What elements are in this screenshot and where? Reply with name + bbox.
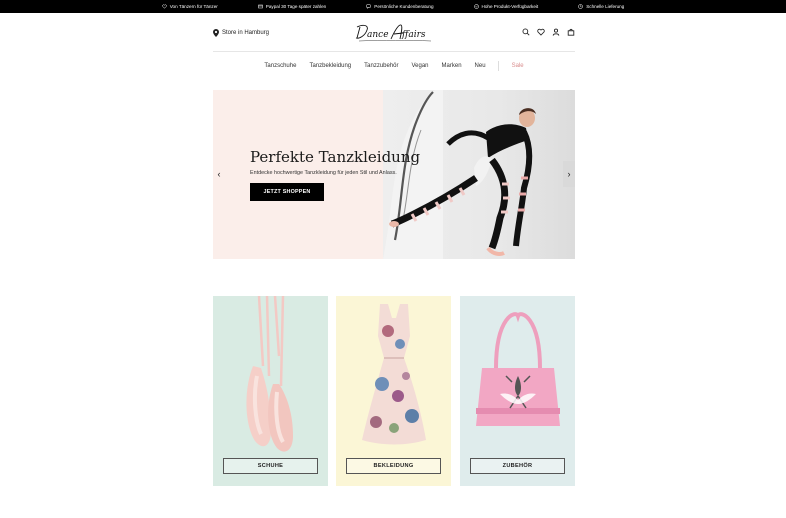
- nav-item-neu[interactable]: Neu: [475, 63, 486, 69]
- chevron-right-icon: ›: [567, 169, 571, 179]
- location-pin-icon: [213, 29, 219, 37]
- store-label: Store in Hamburg: [222, 30, 270, 36]
- store-link[interactable]: Store in Hamburg: [213, 29, 269, 37]
- chat-icon: [366, 4, 371, 9]
- hero-title: Perfekte Tanzkleidung: [250, 148, 421, 166]
- promo-item-paypal: Paypal 30 Tage später zahlen: [258, 4, 326, 9]
- promo-item-delivery: Schnelle Lieferung: [578, 4, 624, 9]
- nav-item-tanzschuhe[interactable]: Tanzschuhe: [264, 63, 296, 69]
- promo-item-label: Persönliche Kundenberatung: [374, 4, 434, 9]
- promo-item-label: Paypal 30 Tage später zahlen: [265, 4, 327, 9]
- promo-item-label: Hohe Produkt-Verfügbarkeit: [481, 4, 539, 9]
- heart-icon[interactable]: [537, 28, 545, 36]
- nav-item-marken[interactable]: Marken: [442, 63, 462, 69]
- shop-now-button[interactable]: JETZT SHOPPEN: [250, 183, 324, 201]
- promo-item-dancers: Von Tänzern für Tänzer: [161, 4, 218, 9]
- nav-item-tanzbekleidung[interactable]: Tanzbekleidung: [309, 63, 351, 69]
- promo-item-availability: Hohe Produkt-Verfügbarkeit: [473, 4, 539, 9]
- header-actions: [522, 28, 575, 36]
- nav-item-sale[interactable]: Sale: [512, 63, 524, 69]
- svg-text:ffairs: ffairs: [401, 30, 426, 40]
- promo-bar: Von Tänzern für Tänzer Paypal 30 Tage sp…: [0, 0, 786, 13]
- header-divider: [213, 51, 575, 52]
- promo-item-label: Von Tänzern für Tänzer: [169, 4, 218, 9]
- main-navigation: Tanzschuhe Tanzbekleidung Tanzzubehör Ve…: [213, 60, 575, 72]
- slider-next-button[interactable]: ›: [563, 161, 575, 187]
- nav-item-vegan[interactable]: Vegan: [412, 63, 429, 69]
- category-button-accessories[interactable]: ZUBEHÖR: [470, 458, 565, 474]
- category-button-shoes[interactable]: SCHUHE: [223, 458, 318, 474]
- category-button-clothing[interactable]: BEKLEIDUNG: [346, 458, 441, 474]
- hero-slider: Perfekte Tanzkleidung Entdecke hochwerti…: [213, 90, 575, 259]
- slider-prev-button[interactable]: ‹: [213, 161, 225, 187]
- heart-icon: [161, 4, 167, 9]
- hero-subtitle: Entdecke hochwertige Tanzkleidung für je…: [250, 170, 397, 176]
- user-icon[interactable]: [552, 28, 560, 36]
- svg-text:ance: ance: [367, 30, 389, 40]
- dance-affairs-logo[interactable]: ance ffairs: [353, 22, 435, 44]
- bag-icon[interactable]: [567, 28, 575, 36]
- truck-icon: [578, 4, 583, 9]
- card-icon: [258, 4, 263, 9]
- category-tile-clothing[interactable]: BEKLEIDUNG: [336, 296, 451, 486]
- chevron-left-icon: ‹: [217, 169, 221, 179]
- category-tile-accessories[interactable]: ZUBEHÖR: [460, 296, 575, 486]
- check-icon: [473, 4, 479, 9]
- hero-dancer-image: [389, 108, 536, 256]
- promo-item-advice: Persönliche Kundenberatung: [366, 4, 434, 9]
- nav-item-tanzzubehoer[interactable]: Tanzzubehör: [364, 63, 398, 69]
- search-icon[interactable]: [522, 28, 530, 36]
- nav-divider: [498, 61, 500, 71]
- category-tile-shoes[interactable]: SCHUHE: [213, 296, 328, 486]
- site-header: Store in Hamburg ance ffairs: [213, 22, 575, 46]
- promo-item-label: Schnelle Lieferung: [586, 4, 625, 9]
